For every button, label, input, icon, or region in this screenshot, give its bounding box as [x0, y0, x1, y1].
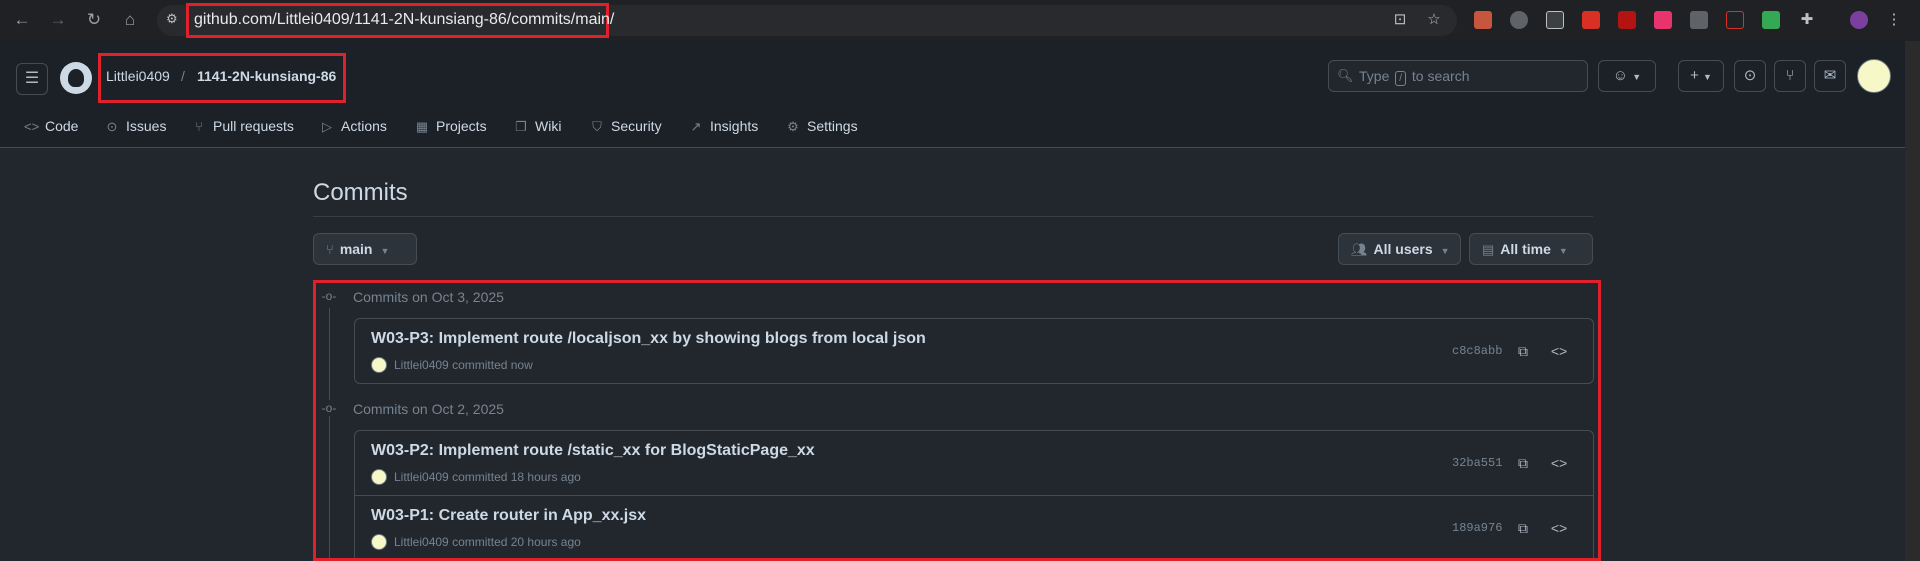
calendar-icon: ▤	[1482, 242, 1495, 257]
url-text[interactable]: github.com/Littlei0409/1141-2N-kunsiang-…	[194, 11, 614, 29]
extension-icon[interactable]	[1582, 11, 1600, 29]
extension-icon[interactable]	[1726, 11, 1744, 29]
extensions-puzzle-icon[interactable]: ✚	[1797, 10, 1817, 30]
graph-icon: ↗	[690, 119, 702, 134]
tab-insights[interactable]: ↗ Insights	[689, 116, 759, 136]
tab-pull-requests[interactable]: ⑂ Pull requests	[192, 116, 294, 136]
extension-icon[interactable]	[1474, 11, 1492, 29]
issues-button[interactable]: ⊙	[1734, 60, 1766, 92]
github-logo-icon[interactable]	[60, 62, 92, 94]
reload-icon[interactable]: ↻	[84, 10, 104, 30]
tab-settings[interactable]: ⚙ Settings	[786, 116, 857, 136]
chevron-down-icon: ▼	[1440, 246, 1450, 256]
tab-code[interactable]: <> Code	[24, 116, 78, 136]
issue-icon: ⊙	[1743, 67, 1757, 84]
chevron-down-icon: ▼	[1703, 72, 1712, 82]
time-filter-button[interactable]: ▤ All time ▼	[1469, 233, 1593, 265]
book-icon: ❐	[515, 119, 527, 134]
tab-actions[interactable]: ▷ Actions	[320, 116, 387, 136]
extension-icon[interactable]	[1654, 11, 1672, 29]
extension-icon[interactable]	[1690, 11, 1708, 29]
copilot-icon: ☺	[1612, 67, 1629, 84]
tab-issues[interactable]: ⊙ Issues	[105, 116, 167, 136]
inbox-button[interactable]: ✉	[1814, 60, 1846, 92]
tab-wiki[interactable]: ❐ Wiki	[514, 116, 561, 136]
pull-request-icon: ⑂	[195, 119, 203, 134]
table-icon: ▦	[415, 119, 429, 134]
gear-icon: ⚙	[787, 119, 799, 134]
extension-icon[interactable]	[1762, 11, 1780, 29]
issue-icon: ⊙	[106, 119, 118, 134]
breadcrumb-separator: /	[181, 68, 185, 84]
branch-icon: ⑂	[326, 242, 334, 257]
breadcrumb-repo[interactable]: 1141-2N-kunsiang-86	[197, 68, 336, 84]
chevron-down-icon: ▼	[1632, 72, 1642, 82]
hamburger-menu-icon[interactable]: ☰	[16, 63, 48, 95]
extension-icon[interactable]	[1510, 11, 1528, 29]
code-icon: <>	[24, 119, 40, 134]
slash-key-hint: /	[1395, 71, 1407, 86]
page-scrollbar[interactable]	[1905, 41, 1920, 561]
browser-menu-icon[interactable]: ⋮	[1884, 10, 1904, 30]
tab-projects[interactable]: ▦ Projects	[415, 116, 487, 136]
title-divider	[313, 216, 1593, 217]
forward-icon[interactable]: →	[48, 10, 68, 30]
inbox-icon: ✉	[1823, 67, 1837, 84]
back-icon[interactable]: ←	[12, 10, 32, 30]
chevron-down-icon: ▼	[1558, 246, 1568, 256]
home-icon[interactable]: ⌂	[120, 10, 140, 30]
copilot-button[interactable]: ☺ ▼	[1598, 60, 1656, 92]
branch-select-button[interactable]: ⑂ main ▼	[313, 233, 417, 265]
search-placeholder: Type / to search	[1359, 68, 1470, 86]
users-filter-button[interactable]: 👥︎ All users ▼	[1338, 233, 1461, 265]
extension-icon[interactable]	[1546, 11, 1564, 29]
install-app-icon[interactable]: ⊡	[1390, 10, 1410, 30]
shield-icon: ⛉	[592, 119, 602, 134]
commits-highlight	[313, 280, 1601, 561]
page-title: Commits	[313, 179, 408, 206]
breadcrumb-owner[interactable]: Littlei0409	[106, 68, 170, 84]
tab-security[interactable]: ⛉ Security	[590, 116, 661, 136]
profile-avatar-icon[interactable]	[1850, 11, 1868, 29]
pull-request-icon: ⑂	[1785, 67, 1795, 84]
user-avatar[interactable]	[1857, 59, 1891, 93]
bookmark-star-icon[interactable]: ☆	[1424, 10, 1444, 30]
pull-requests-button[interactable]: ⑂	[1774, 60, 1806, 92]
create-new-button[interactable]: + ▼	[1678, 60, 1724, 92]
site-info-icon[interactable]: ⚙	[166, 12, 180, 26]
plus-icon: +	[1690, 67, 1699, 84]
chevron-down-icon: ▼	[380, 246, 390, 256]
extension-icon[interactable]	[1618, 11, 1636, 29]
play-icon: ▷	[322, 119, 332, 134]
search-icon: 🔍︎	[1337, 68, 1354, 83]
people-icon: 👥︎	[1351, 242, 1368, 257]
